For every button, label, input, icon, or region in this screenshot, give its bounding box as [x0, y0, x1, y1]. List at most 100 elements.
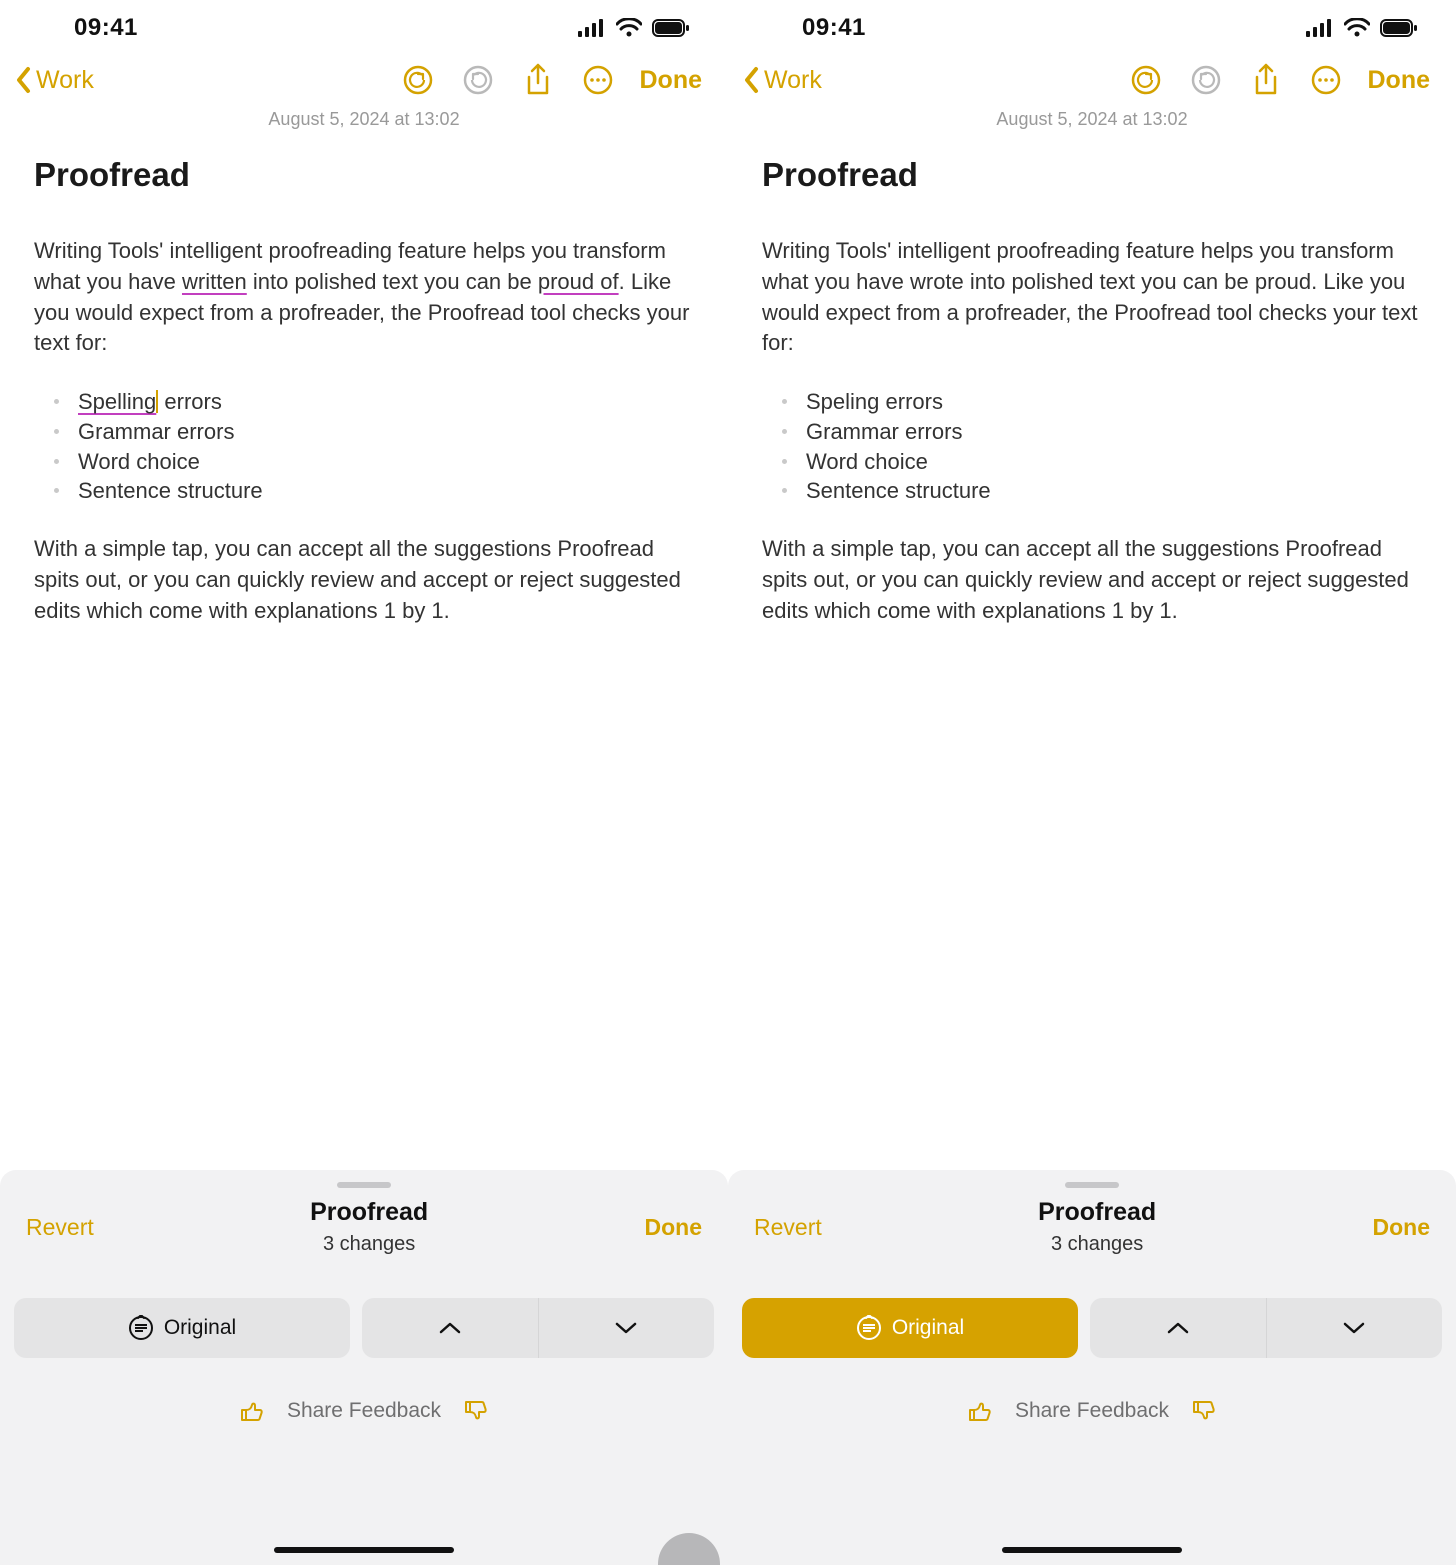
sheet-grabber[interactable] — [337, 1182, 391, 1188]
note-body-2: With a simple tap, you can accept all th… — [762, 534, 1422, 626]
more-button[interactable] — [1308, 62, 1344, 98]
status-bar: 09:41 — [728, 0, 1456, 55]
feedback-row: Share Feedback — [14, 1398, 714, 1424]
home-indicator[interactable] — [1002, 1547, 1182, 1553]
status-time: 09:41 — [0, 14, 138, 42]
note-content[interactable]: Proofread Writing Tools' intelligent pro… — [728, 130, 1456, 626]
note-timestamp: August 5, 2024 at 13:02 — [728, 109, 1456, 130]
thumbs-up-icon[interactable] — [967, 1398, 993, 1424]
home-indicator[interactable] — [274, 1547, 454, 1553]
share-icon — [1252, 63, 1280, 97]
thumbs-down-icon[interactable] — [463, 1398, 489, 1424]
note-body-2: With a simple tap, you can accept all th… — [34, 534, 694, 626]
revert-button[interactable]: Revert — [26, 1214, 94, 1241]
back-button[interactable]: Work — [14, 65, 94, 95]
original-icon — [128, 1315, 154, 1341]
chevron-down-icon — [1342, 1321, 1366, 1335]
undo-icon — [402, 64, 434, 96]
status-time: 09:41 — [728, 14, 866, 42]
cellular-icon — [1306, 19, 1334, 37]
undo-button[interactable] — [400, 62, 436, 98]
redo-button[interactable] — [1188, 62, 1224, 98]
next-change-button[interactable] — [539, 1298, 715, 1358]
nav-done-button[interactable]: Done — [1368, 66, 1431, 95]
note-content[interactable]: Proofread Writing Tools' intelligent pro… — [0, 130, 728, 626]
note-body-1: Writing Tools' intelligent proofreading … — [34, 236, 694, 359]
wifi-icon — [616, 18, 642, 38]
note-timestamp: August 5, 2024 at 13:02 — [0, 109, 728, 130]
note-title: Proofread — [34, 156, 694, 194]
prev-change-button[interactable] — [1090, 1298, 1267, 1358]
redo-icon — [1190, 64, 1222, 96]
cellular-icon — [578, 19, 606, 37]
status-icons — [578, 18, 690, 38]
share-button[interactable] — [1248, 62, 1284, 98]
proofread-edit[interactable]: written — [182, 269, 247, 294]
list-item: Grammar errors — [806, 417, 1422, 447]
thumbs-up-icon[interactable] — [239, 1398, 265, 1424]
original-icon — [856, 1315, 882, 1341]
proofread-sheet: Revert Proofread 3 changes Done Original — [728, 1170, 1456, 1565]
chevron-up-icon — [438, 1321, 462, 1335]
nav-bar: Work Done — [0, 55, 728, 105]
back-label: Work — [764, 66, 822, 95]
feedback-label[interactable]: Share Feedback — [1015, 1399, 1169, 1423]
bullet-list: Spelling errors Grammar errors Word choi… — [34, 387, 694, 506]
revert-button[interactable]: Revert — [754, 1214, 822, 1241]
chevron-left-icon — [14, 65, 34, 95]
note-body-1: Writing Tools' intelligent proofreading … — [762, 236, 1422, 359]
original-toggle[interactable]: Original — [14, 1298, 350, 1358]
redo-button[interactable] — [460, 62, 496, 98]
original-toggle[interactable]: Original — [742, 1298, 1078, 1358]
phone-left: 09:41 Work Done — [0, 0, 728, 1565]
proofread-sheet: Revert Proofread 3 changes Done Original — [0, 1170, 728, 1565]
share-button[interactable] — [520, 62, 556, 98]
status-icons — [1306, 18, 1418, 38]
chevron-down-icon — [614, 1321, 638, 1335]
next-change-button[interactable] — [1267, 1298, 1443, 1358]
ellipsis-circle-icon — [1310, 64, 1342, 96]
bullet-list: Speling errors Grammar errors Word choic… — [762, 387, 1422, 506]
prev-change-button[interactable] — [362, 1298, 539, 1358]
sheet-done-button[interactable]: Done — [645, 1214, 703, 1241]
feedback-row: Share Feedback — [742, 1398, 1442, 1424]
list-item: Word choice — [806, 447, 1422, 477]
nav-done-button[interactable]: Done — [640, 66, 703, 95]
share-icon — [524, 63, 552, 97]
undo-button[interactable] — [1128, 62, 1164, 98]
chevron-left-icon — [742, 65, 762, 95]
list-item: Sentence structure — [806, 476, 1422, 506]
sheet-grabber[interactable] — [1065, 1182, 1119, 1188]
feedback-label[interactable]: Share Feedback — [287, 1399, 441, 1423]
battery-icon — [1380, 19, 1418, 37]
nav-bar: Work Done — [728, 55, 1456, 105]
note-title: Proofread — [762, 156, 1422, 194]
chevron-up-icon — [1166, 1321, 1190, 1335]
redo-icon — [462, 64, 494, 96]
back-button[interactable]: Work — [742, 65, 822, 95]
thumbs-down-icon[interactable] — [1191, 1398, 1217, 1424]
original-label: Original — [892, 1316, 964, 1340]
text-cursor — [156, 390, 158, 413]
list-item: Word choice — [78, 447, 694, 477]
sheet-subtitle: 3 changes — [310, 1233, 428, 1256]
undo-icon — [1130, 64, 1162, 96]
proofread-edit[interactable]: proud of — [538, 269, 619, 294]
proofread-edit[interactable]: Spelling — [78, 389, 156, 414]
more-button[interactable] — [580, 62, 616, 98]
status-bar: 09:41 — [0, 0, 728, 55]
list-item: Sentence structure — [78, 476, 694, 506]
list-item: Speling errors — [806, 387, 1422, 417]
list-item: Grammar errors — [78, 417, 694, 447]
sheet-done-button[interactable]: Done — [1373, 1214, 1431, 1241]
back-label: Work — [36, 66, 94, 95]
ellipsis-circle-icon — [582, 64, 614, 96]
battery-icon — [652, 19, 690, 37]
sheet-title: Proofread — [310, 1198, 428, 1227]
phone-right: 09:41 Work Done — [728, 0, 1456, 1565]
floating-badge — [658, 1533, 720, 1565]
sheet-title: Proofread — [1038, 1198, 1156, 1227]
list-item: Spelling errors — [78, 387, 694, 417]
wifi-icon — [1344, 18, 1370, 38]
sheet-subtitle: 3 changes — [1038, 1233, 1156, 1256]
